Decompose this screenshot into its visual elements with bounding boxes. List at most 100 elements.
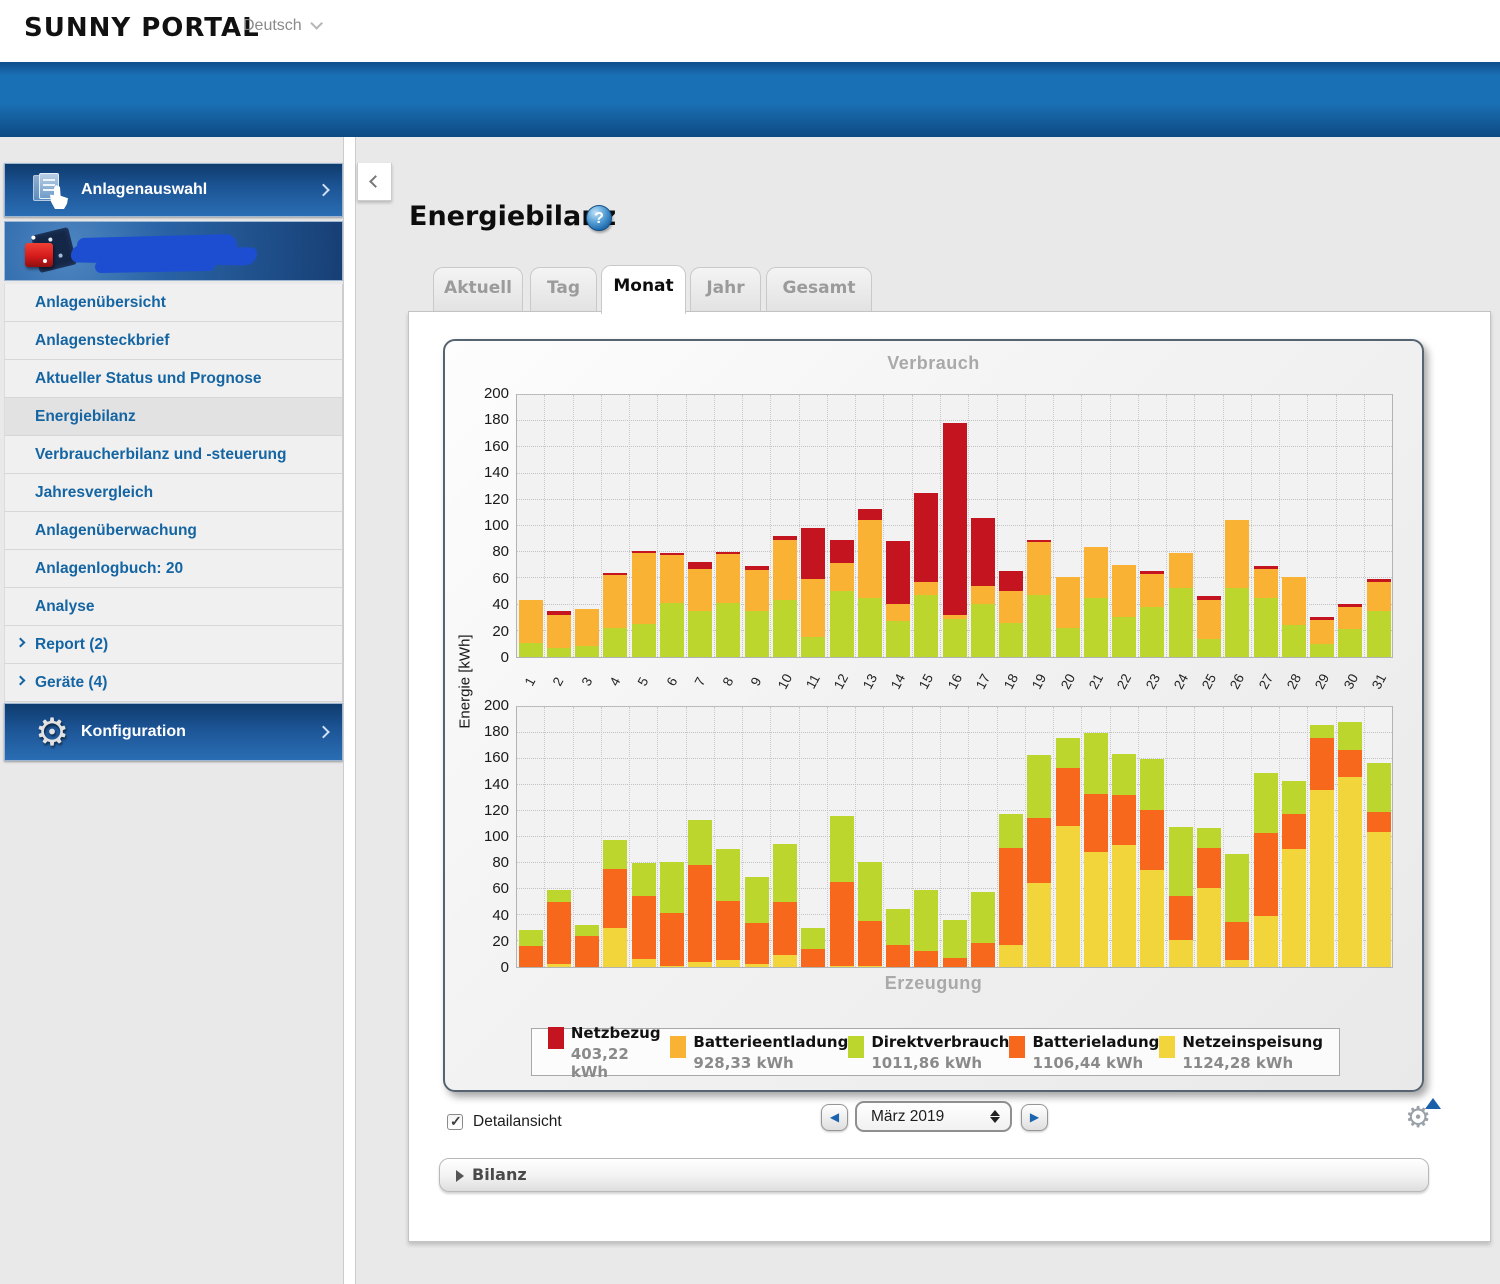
stacked-bar-day-10 (773, 844, 797, 967)
bar-segment-direktverbrauch (1367, 611, 1391, 657)
y-tick-label: 120 (459, 491, 509, 508)
tab-gesamt[interactable]: Gesamt (766, 267, 872, 312)
check-icon: ✓ (450, 1113, 462, 1130)
x-tick-label: 28 (1280, 665, 1307, 699)
tab-aktuell[interactable]: Aktuell (433, 267, 523, 312)
sidebar-item-anlagenlogbuch-20[interactable]: Anlagenlogbuch: 20 (4, 550, 343, 588)
bar-segment-direktverbrauch (1225, 588, 1249, 657)
previous-month-button[interactable]: ◀ (821, 1104, 848, 1131)
day-column (545, 707, 573, 967)
day-column (913, 707, 941, 967)
day-column (1026, 707, 1054, 967)
sidebar-item-verbraucherbilanz-und-steuerung[interactable]: Verbraucherbilanz und -steuerung (4, 436, 343, 474)
sidebar-item-ger-te-4-[interactable]: Geräte (4) (4, 664, 343, 702)
day-column (715, 395, 743, 657)
help-icon[interactable]: ? (586, 205, 612, 231)
plant-selector-button[interactable]: Anlagenauswahl (4, 163, 343, 217)
konfiguration-button[interactable]: ⚙ Konfiguration (4, 703, 343, 761)
bar-segment-netzbezug (830, 540, 854, 564)
chart-legend: Netzbezug403,22 kWhBatterieentladung928,… (531, 1028, 1340, 1076)
chart-settings-gear[interactable]: ⚙ (1405, 1100, 1439, 1134)
stacked-bar-day-20 (1056, 577, 1080, 658)
legend-value: 1106,44 kWh (1032, 1054, 1159, 1072)
stacked-bar-day-15 (914, 493, 938, 657)
y-tick-label: 0 (459, 649, 509, 666)
tab-tag[interactable]: Tag (530, 267, 597, 312)
bar-segment-batterieentladung (914, 582, 938, 595)
tab-jahr[interactable]: Jahr (690, 267, 761, 312)
bar-segment-batterieladung (603, 869, 627, 928)
tab-monat[interactable]: Monat (601, 265, 686, 314)
sidebar-item-energiebilanz[interactable]: Energiebilanz (4, 398, 343, 436)
y-tick-label: 80 (459, 854, 509, 871)
language-selector[interactable]: Deutsch (243, 17, 319, 35)
bar-segment-netzbezug (971, 518, 995, 585)
bar-segment-batterieladung (801, 949, 825, 967)
next-month-button[interactable]: ▶ (1021, 1104, 1048, 1131)
stacked-bar-day-13 (858, 862, 882, 967)
y-tick-label: 20 (459, 933, 509, 950)
sidebar-item-label: Anlagenlogbuch: 20 (35, 560, 183, 577)
sidebar-item-anlagen-berwachung[interactable]: Anlagenüberwachung (4, 512, 343, 550)
stacked-bar-day-14 (886, 909, 910, 967)
plant-selector-label: Anlagenauswahl (81, 181, 207, 199)
day-column (1195, 707, 1223, 967)
x-tick-label: 1 (516, 665, 543, 699)
bar-segment-direktverbrauch (745, 877, 769, 923)
bar-segment-batterieladung (1027, 818, 1051, 884)
day-column (771, 707, 799, 967)
bar-segment-netzbezug (914, 493, 938, 581)
sidebar-item-aktueller-status-und-prognose[interactable]: Aktueller Status und Prognose (4, 360, 343, 398)
month-select[interactable]: März 2019 (855, 1101, 1012, 1132)
bar-segment-direktverbrauch (575, 646, 599, 657)
bar-segment-direktverbrauch (1225, 854, 1249, 922)
bar-segment-batterieladung (858, 921, 882, 966)
bar-segment-batterieentladung (716, 554, 740, 603)
day-column (517, 707, 545, 967)
bar-segment-batterieentladung (1310, 620, 1334, 644)
sidebar-item-anlagen-bersicht[interactable]: Anlagenübersicht (4, 284, 343, 322)
bilanz-expander[interactable]: Bilanz (439, 1158, 1429, 1192)
day-column (658, 707, 686, 967)
bar-segment-batterieladung (1338, 750, 1362, 778)
chart-title: Erzeugung (445, 973, 1422, 994)
stacked-bar-day-11 (801, 528, 825, 657)
sidebar-collapse-button[interactable] (357, 163, 392, 201)
bar-segment-direktverbrauch (1338, 722, 1362, 750)
language-label: Deutsch (243, 17, 302, 34)
bar-segment-direktverbrauch (603, 840, 627, 869)
header-banner (0, 62, 1500, 137)
day-column (743, 707, 771, 967)
sidebar-item-anlagensteckbrief[interactable]: Anlagensteckbrief (4, 322, 343, 360)
bar-segment-direktverbrauch (943, 619, 967, 657)
y-tick-label: 140 (459, 776, 509, 793)
sidebar-item-analyse[interactable]: Analyse (4, 588, 343, 626)
x-tick-label: 23 (1139, 665, 1166, 699)
chevron-right-icon (317, 726, 330, 739)
bar-segment-direktverbrauch (660, 603, 684, 657)
x-tick-label: 31 (1365, 665, 1392, 699)
bar-segment-direktverbrauch (773, 600, 797, 657)
sidebar-item-label: Energiebilanz (35, 408, 136, 425)
sidebar-item-jahresvergleich[interactable]: Jahresvergleich (4, 474, 343, 512)
day-column (1167, 707, 1195, 967)
stacked-bar-day-29 (1310, 725, 1334, 967)
day-column (1365, 707, 1392, 967)
x-tick-label: 29 (1309, 665, 1336, 699)
legend-swatch (548, 1027, 564, 1049)
bar-segment-batterieentladung (745, 570, 769, 611)
bar-segment-direktverbrauch (914, 890, 938, 952)
bar-segment-direktverbrauch (519, 643, 543, 658)
legend-item-batterieladung: Batterieladung1106,44 kWh (1009, 1033, 1159, 1072)
bar-segment-direktverbrauch (1056, 628, 1080, 657)
current-plant-card[interactable] (4, 221, 343, 281)
sidebar-item-report-2-[interactable]: Report (2) (4, 626, 343, 664)
stacked-bar-day-25 (1197, 596, 1221, 657)
bar-segment-netzbezug (688, 562, 712, 569)
x-tick-label: 8 (715, 665, 742, 699)
x-tick-label: 5 (630, 665, 657, 699)
bar-segment-direktverbrauch (858, 598, 882, 657)
detail-view-checkbox[interactable]: ✓ (447, 1114, 463, 1130)
day-column (800, 707, 828, 967)
gridline (517, 420, 1392, 421)
